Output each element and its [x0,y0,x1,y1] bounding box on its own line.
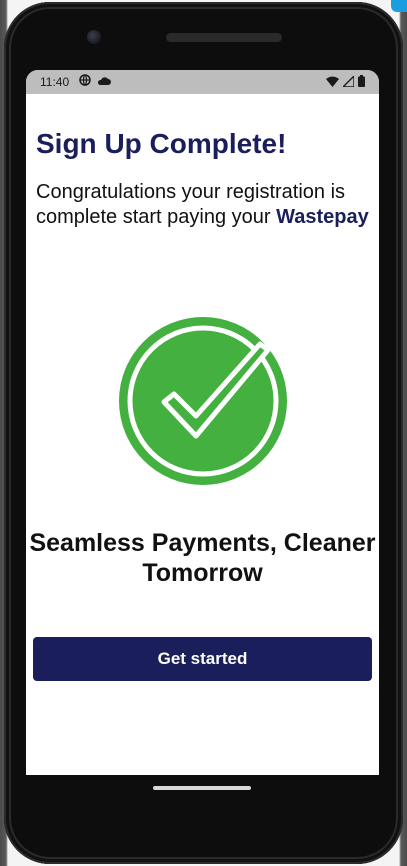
status-right-icons [326,73,365,90]
status-time: 11:40 [40,75,70,89]
wifi-icon [326,76,339,90]
registration-message: Congratulations your registration is com… [36,180,376,230]
tagline: Seamless Payments, Cleaner Tomorrow [29,529,376,587]
earpiece-speaker [166,33,282,42]
globe-icon [79,74,91,89]
success-check-icon [118,316,288,486]
battery-icon [358,75,365,90]
home-gesture-bar[interactable] [153,786,251,790]
app-badge [391,0,407,12]
app-screen: 11:40 Sign Up Complete! Congratulations … [26,70,379,775]
get-started-button[interactable]: Get started [33,637,372,681]
cellular-signal-icon [341,73,355,90]
status-left-icons [79,74,111,89]
front-camera [87,30,101,44]
status-bar: 11:40 [26,70,379,94]
cloud-icon [97,75,111,89]
brand-name: Wastepay [276,206,369,228]
page-title: Sign Up Complete! [36,128,287,159]
